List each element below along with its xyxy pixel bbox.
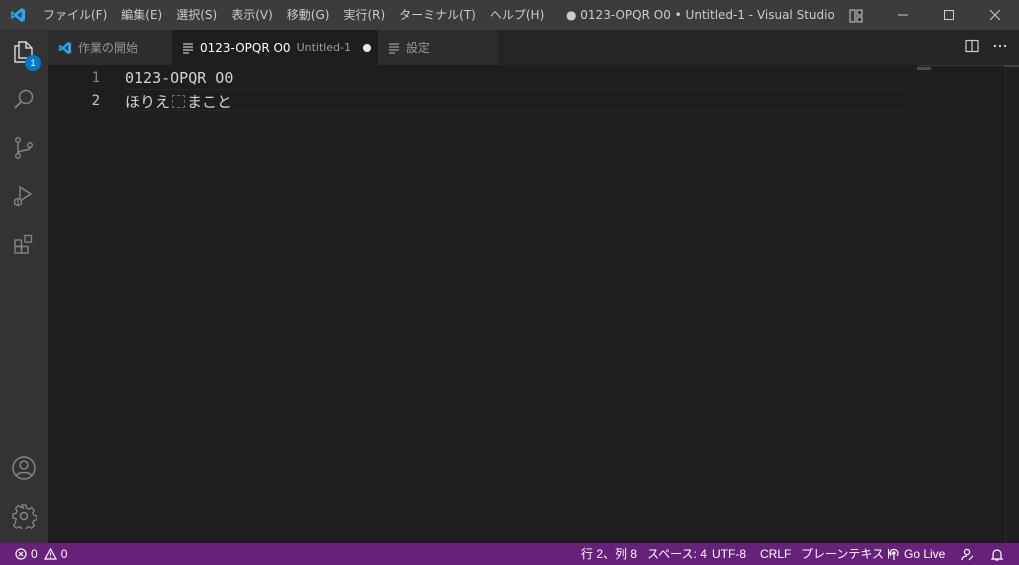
customize-layout-icon[interactable] — [849, 8, 863, 23]
run-debug-icon — [12, 184, 36, 212]
minimize-button[interactable] — [880, 0, 926, 30]
cursor-position[interactable]: 行 2、列 8 — [581, 543, 637, 565]
gear-icon — [11, 503, 38, 533]
language-mode[interactable]: プレーンテキスト — [801, 543, 896, 565]
bell-icon — [991, 548, 1003, 561]
error-count: 0 — [31, 547, 38, 561]
menu-edit[interactable]: 編集(E) — [114, 0, 169, 30]
menu-go[interactable]: 移動(G) — [280, 0, 337, 30]
minimap-text — [917, 67, 931, 70]
text-file-icon — [182, 42, 194, 54]
line-number: 1 — [91, 70, 100, 86]
menu-terminal[interactable]: ターミナル(T) — [392, 0, 483, 30]
broadcast-icon — [888, 548, 900, 560]
vscode-logo-icon — [58, 41, 72, 55]
vertical-scrollbar[interactable] — [1005, 65, 1006, 543]
manage-button[interactable] — [0, 494, 48, 542]
window-title: ● 0123-OPQR O0 • Untitled-1 - Visual Stu… — [566, 8, 834, 22]
problems-status[interactable]: 0 0 — [15, 543, 67, 565]
error-icon — [15, 548, 27, 560]
editor-tab-bar: 作業の開始 0123-OPQR O0 Untitled-1 設定 — [48, 30, 1019, 65]
menu-view[interactable]: 表示(V) — [224, 0, 280, 30]
menu-help[interactable]: ヘルプ(H) — [483, 0, 551, 30]
menu-bar: ファイル(F) 編集(E) 選択(S) 表示(V) 移動(G) 実行(R) ター… — [36, 0, 551, 30]
split-editor-icon[interactable] — [965, 38, 979, 57]
activity-bar: 1 — [0, 30, 48, 543]
unsaved-dot-icon[interactable] — [363, 43, 372, 52]
search-icon — [12, 88, 36, 116]
tab-welcome[interactable]: 作業の開始 — [48, 30, 172, 65]
more-actions-icon[interactable] — [993, 38, 1007, 57]
fullwidth-space-marker — [172, 94, 186, 108]
tab-settings[interactable]: 設定 — [378, 30, 498, 65]
source-control-button[interactable] — [0, 126, 48, 174]
tab-active-label: 0123-OPQR O0 — [200, 40, 291, 55]
title-bar: ファイル(F) 編集(E) 選択(S) 表示(V) 移動(G) 実行(R) ター… — [0, 0, 1019, 30]
status-bar: 0 0 行 2、列 8 スペース: 4 UTF-8 CRLF プレーンテキスト … — [0, 543, 1019, 565]
eol-status[interactable]: CRLF — [760, 543, 791, 565]
editor-line[interactable]: 2 ほりえ まこと — [48, 90, 910, 112]
editor-area[interactable]: 1 0123-OPQR O0 2 ほりえ まこと — [48, 65, 1019, 543]
line-text: ほりえ まこと — [125, 91, 232, 112]
overview-ruler-cursor — [1005, 65, 1019, 67]
vscode-logo-icon — [0, 0, 36, 30]
maximize-button[interactable] — [926, 0, 972, 30]
feedback-icon — [961, 548, 974, 561]
menu-run[interactable]: 実行(R) — [336, 0, 392, 30]
tab-active-description: Untitled-1 — [296, 41, 352, 54]
go-live-button[interactable]: Go Live — [888, 543, 945, 565]
indentation-status[interactable]: スペース: 4 — [647, 543, 707, 565]
account-icon — [11, 455, 37, 485]
menu-selection[interactable]: 選択(S) — [169, 0, 224, 30]
accounts-button[interactable] — [0, 446, 48, 494]
settings-file-icon — [388, 42, 400, 54]
line-text: 0123-OPQR O0 — [125, 69, 234, 87]
tab-settings-label: 設定 — [406, 41, 431, 55]
editor-actions — [965, 30, 1007, 65]
feedback-button[interactable] — [961, 543, 974, 565]
source-control-icon — [12, 136, 36, 164]
tab-welcome-label: 作業の開始 — [78, 41, 139, 55]
encoding-status[interactable]: UTF-8 — [712, 543, 746, 565]
close-button[interactable] — [972, 0, 1018, 30]
search-button[interactable] — [0, 78, 48, 126]
minimap[interactable] — [917, 65, 1019, 66]
extensions-button[interactable] — [0, 222, 48, 270]
explorer-button[interactable]: 1 — [0, 30, 48, 78]
line-number: 2 — [91, 93, 100, 109]
editor-line[interactable]: 1 0123-OPQR O0 — [48, 67, 910, 89]
extensions-icon — [12, 232, 36, 260]
menu-file[interactable]: ファイル(F) — [36, 0, 114, 30]
line-text-after: まこと — [187, 92, 233, 111]
notifications-button[interactable] — [991, 543, 1003, 565]
line-text-before: ほりえ — [125, 92, 171, 111]
tab-untitled-1[interactable]: 0123-OPQR O0 Untitled-1 — [172, 30, 378, 65]
run-debug-button[interactable] — [0, 174, 48, 222]
go-live-label: Go Live — [904, 547, 946, 561]
warning-icon — [43, 548, 57, 560]
explorer-badge: 1 — [25, 55, 41, 71]
warning-count: 0 — [60, 547, 68, 561]
